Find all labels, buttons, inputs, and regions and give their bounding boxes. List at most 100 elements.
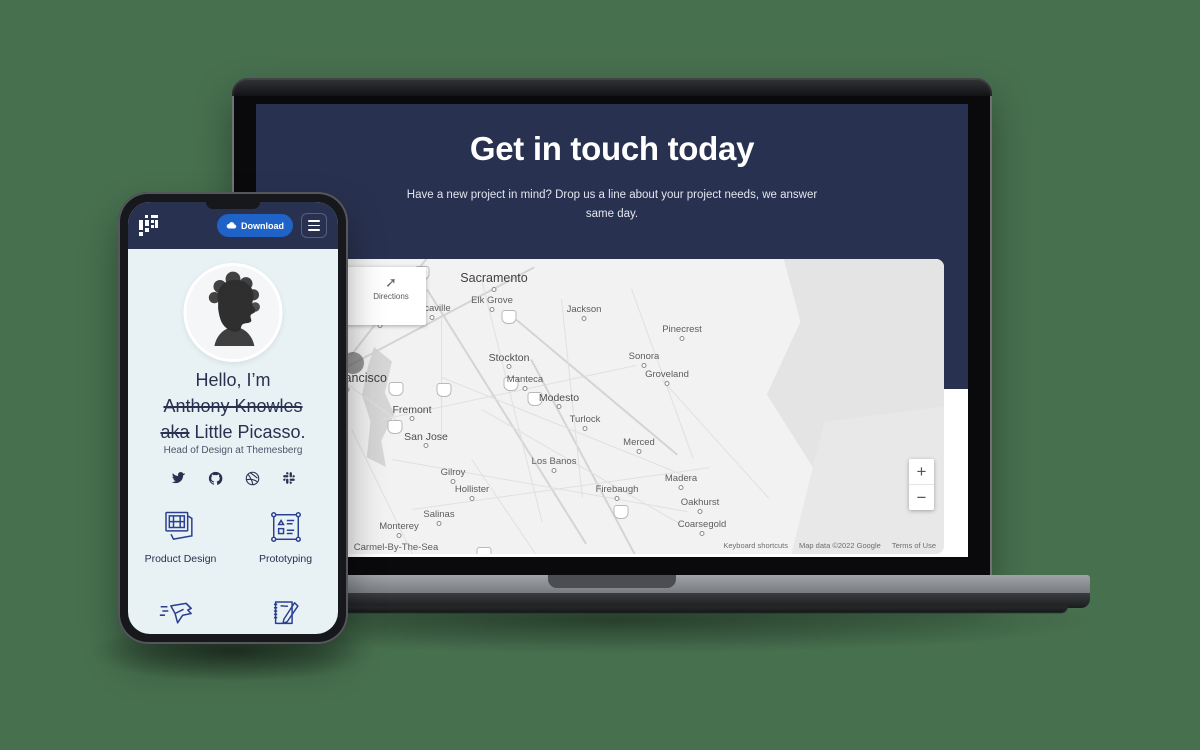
map-label-dot: [664, 381, 670, 386]
map-attribution-bar: Keyboard shortcuts Map data ©2022 Google…: [723, 541, 936, 550]
map-directions-button[interactable]: ➚ Directions: [365, 275, 417, 301]
map-label-dot: [581, 316, 587, 321]
photo-stack-icon: [128, 505, 233, 549]
map-label: Modesto: [538, 392, 580, 404]
map-label: Stockton: [488, 352, 530, 364]
phone-greeting-block: Hello, I’m Anthony Knowles aka Little Pi…: [128, 367, 338, 445]
dribbble-icon[interactable]: [245, 471, 260, 488]
highway-shield-icon: [388, 382, 404, 396]
map-label: Groveland: [645, 369, 689, 380]
notepad-pen-icon: [233, 591, 338, 634]
map-label-dot: [423, 443, 429, 448]
map-label: Hollister: [454, 484, 490, 495]
google-map[interactable]: HealdsburgSanta RosaSacramentoNapaVacavi…: [256, 259, 944, 554]
download-button[interactable]: Download: [217, 214, 293, 237]
profile-role: Head of Design at Themesberg: [163, 445, 303, 456]
map-label-dot: [556, 404, 562, 409]
highway-shield-icon: [387, 420, 403, 434]
map-label-dot: [636, 449, 642, 454]
map-label-dot: [699, 531, 705, 536]
laptop-base-notch: [548, 575, 676, 588]
wireframe-icon: [233, 505, 338, 549]
map-label: Los Banos: [531, 456, 577, 467]
highway-shield-icon: [436, 383, 452, 397]
phone-mockup: Download Hello, I’m Anthony Knowles aka …: [118, 192, 348, 644]
skill-label: Prototyping: [258, 553, 313, 565]
github-icon[interactable]: [208, 471, 223, 488]
map-label: Coarsegold: [677, 519, 727, 530]
map-label: Sonora: [628, 351, 660, 362]
map-label-dot: [489, 307, 495, 312]
map-label-dot: [678, 485, 684, 490]
map-label: Salinas: [423, 509, 455, 520]
map-zoom-controls[interactable]: + −: [909, 459, 934, 510]
map-label: Sacramento: [460, 271, 528, 285]
map-label: Oakhurst: [680, 497, 720, 508]
map-data-credit: Map data ©2022 Google: [798, 541, 881, 550]
map-label-dot: [506, 364, 512, 369]
map-label: Madera: [664, 473, 698, 484]
map-label-dot: [697, 509, 703, 514]
map-label: San Jose: [404, 431, 448, 443]
map-label-dot: [614, 496, 620, 501]
map-label: Elk Grove: [471, 295, 513, 306]
struck-aka: aka: [160, 422, 190, 443]
hero-subtitle: Have a new project in mind? Drop us a li…: [406, 189, 818, 220]
highway-shield-icon: [476, 547, 492, 554]
map-road: [481, 409, 682, 525]
twitter-icon[interactable]: [171, 471, 186, 488]
hamburger-menu-icon[interactable]: [301, 213, 327, 238]
phone-screen: Download Hello, I’m Anthony Knowles aka …: [128, 202, 338, 634]
map-road: [441, 319, 442, 439]
page-title: Get in touch today: [469, 130, 755, 167]
website-preview: Get in touch today Have a new project in…: [256, 104, 968, 557]
map-label-dot: [582, 426, 588, 431]
map-label: Pinecrest: [662, 324, 702, 335]
map-label-dot: [641, 363, 647, 368]
map-label: Jackson: [566, 304, 602, 315]
social-links: [128, 471, 338, 488]
skill-card[interactable]: [233, 591, 338, 634]
cloud-download-icon: [226, 221, 237, 230]
map-label-dot: [491, 287, 497, 292]
phone-notch: [206, 202, 260, 209]
greeting-line: Hello, I’m: [195, 370, 271, 390]
highway-shield-icon: [501, 310, 517, 324]
map-label-dot: [679, 336, 685, 341]
skills-grid: Product Design Prototyping: [128, 505, 338, 634]
laptop-screen: Get in touch today Have a new project in…: [256, 104, 968, 557]
map-label: Carmel-By-The-Sea: [353, 542, 439, 553]
map-label-dot: [469, 496, 475, 501]
keyboard-shortcuts-link[interactable]: Keyboard shortcuts: [723, 541, 788, 550]
map-zoom-out-button[interactable]: −: [909, 485, 934, 510]
map-label-dot: [551, 468, 557, 473]
struck-name: Anthony Knowles: [163, 396, 303, 417]
map-label: Merced: [623, 437, 655, 448]
map-label: Monterey: [379, 521, 419, 532]
map-label-dot: [429, 315, 435, 320]
map-road: [515, 319, 678, 456]
skill-card[interactable]: [128, 591, 233, 634]
skill-card[interactable]: Product Design: [128, 505, 233, 565]
map-label-dot: [436, 521, 442, 526]
skill-label: Product Design: [144, 553, 217, 565]
map-label-dot: [409, 416, 415, 421]
directions-label: Directions: [373, 292, 409, 301]
map-label-dot: [522, 386, 528, 391]
nickname: Little Picasso.: [194, 422, 306, 443]
origami-bird-icon: [128, 591, 233, 634]
slack-icon[interactable]: [282, 471, 296, 488]
avatar: [183, 263, 283, 362]
directions-arrow-icon: ➚: [385, 274, 397, 290]
map-label: Manteca: [506, 374, 544, 385]
scene: Get in touch today Have a new project in…: [0, 0, 1200, 750]
map-label: Firebaugh: [595, 484, 639, 495]
phone-page-content: Hello, I’m Anthony Knowles aka Little Pi…: [128, 249, 338, 634]
terms-of-use-link[interactable]: Terms of Use: [892, 541, 936, 550]
map-label: Fremont: [392, 404, 432, 416]
map-zoom-in-button[interactable]: +: [909, 459, 934, 485]
themesberg-logo-icon[interactable]: [139, 215, 158, 236]
skill-card[interactable]: Prototyping: [233, 505, 338, 565]
map-label: Turlock: [569, 414, 601, 425]
download-label: Download: [241, 220, 284, 231]
